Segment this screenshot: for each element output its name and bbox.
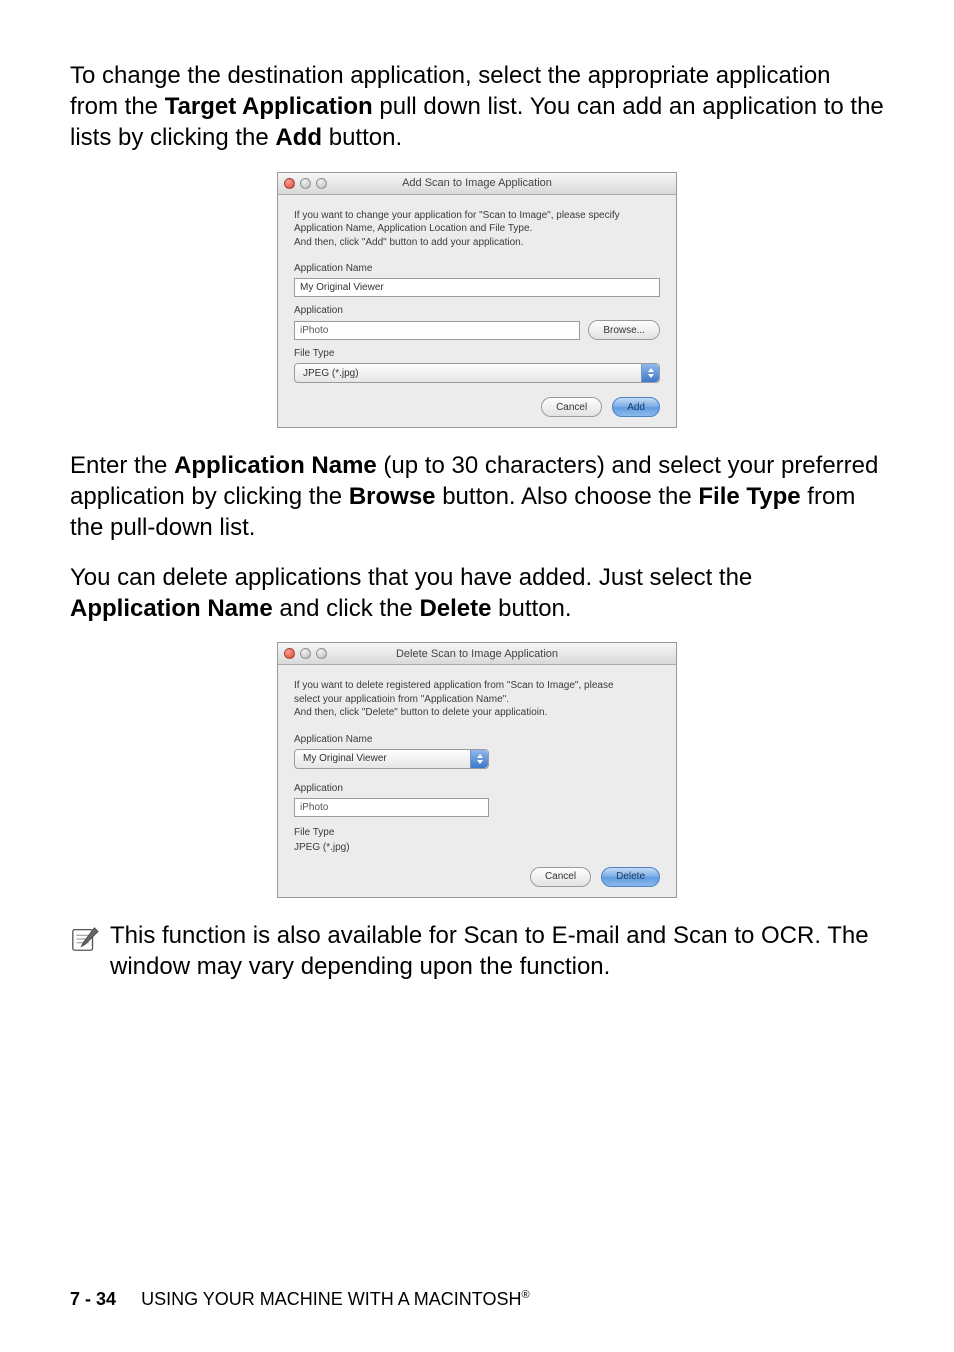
text: button. xyxy=(322,124,402,151)
button-row: Cancel Delete xyxy=(294,867,660,887)
label-application: Application xyxy=(294,783,660,794)
bold-application-name-2: Application Name xyxy=(70,595,273,622)
note-pencil-icon xyxy=(70,924,100,954)
paragraph-intro: To change the destination application, s… xyxy=(70,60,884,154)
application-name-value: My Original Viewer xyxy=(303,753,387,764)
titlebar: Add Scan to Image Application xyxy=(278,173,676,195)
application-name-input[interactable] xyxy=(294,278,660,297)
button-row: Cancel Add xyxy=(294,397,660,417)
label-application: Application xyxy=(294,305,660,316)
label-application-name: Application Name xyxy=(294,263,660,274)
file-type-value: JPEG (*.jpg) xyxy=(303,368,359,379)
note-text: This function is also available for Scan… xyxy=(110,920,884,982)
text: and click the xyxy=(273,595,420,622)
zoom-icon xyxy=(316,648,327,659)
browse-button[interactable]: Browse... xyxy=(588,320,660,340)
application-name-pulldown[interactable]: My Original Viewer xyxy=(294,749,489,769)
close-icon[interactable] xyxy=(284,648,295,659)
close-icon[interactable] xyxy=(284,178,295,189)
registered-mark: ® xyxy=(521,1289,529,1301)
dialog-delete-wrap: Delete Scan to Image Application If you … xyxy=(70,642,884,898)
dialog-add: Add Scan to Image Application If you wan… xyxy=(277,172,677,429)
titlebar: Delete Scan to Image Application xyxy=(278,643,676,665)
page-footer: 7 - 34 USING YOUR MACHINE WITH A MACINTO… xyxy=(70,1289,530,1310)
footer-spacer xyxy=(121,1289,136,1309)
minimize-icon xyxy=(300,648,311,659)
application-row: Browse... xyxy=(294,320,660,340)
instructions-text: If you want to change your application f… xyxy=(294,209,660,250)
dialog-body: If you want to delete registered applica… xyxy=(278,665,676,897)
chevron-updown-icon xyxy=(641,364,659,382)
text: You can delete applications that you hav… xyxy=(70,564,752,591)
delete-button[interactable]: Delete xyxy=(601,867,660,887)
bold-browse: Browse xyxy=(349,483,436,510)
page-number: 7 - 34 xyxy=(70,1289,116,1309)
bold-add: Add xyxy=(275,124,322,151)
paragraph-delete: You can delete applications that you hav… xyxy=(70,562,884,624)
file-type-pulldown[interactable]: JPEG (*.jpg) xyxy=(294,363,660,383)
text: button. Also choose the xyxy=(436,483,699,510)
minimize-icon xyxy=(300,178,311,189)
text: button. xyxy=(492,595,572,622)
label-file-type: File Type xyxy=(294,827,660,838)
bold-file-type: File Type xyxy=(698,483,800,510)
bold-delete: Delete xyxy=(419,595,491,622)
add-button[interactable]: Add xyxy=(612,397,660,417)
chevron-updown-icon xyxy=(470,750,488,768)
dialog-delete: Delete Scan to Image Application If you … xyxy=(277,642,677,898)
bold-target-application: Target Application xyxy=(165,93,373,120)
cancel-button[interactable]: Cancel xyxy=(541,397,602,417)
instructions-text: If you want to delete registered applica… xyxy=(294,679,660,720)
zoom-icon xyxy=(316,178,327,189)
label-file-type: File Type xyxy=(294,348,660,359)
footer-chapter: USING YOUR MACHINE WITH A MACINTOSH xyxy=(141,1289,521,1309)
text: Enter the xyxy=(70,452,174,479)
label-application-name: Application Name xyxy=(294,734,660,745)
dialog-body: If you want to change your application f… xyxy=(278,195,676,428)
dialog-title: Add Scan to Image Application xyxy=(278,177,676,189)
note-row: This function is also available for Scan… xyxy=(70,920,884,982)
application-display xyxy=(294,798,489,817)
bold-application-name: Application Name xyxy=(174,452,377,479)
application-display xyxy=(294,321,580,340)
dialog-add-wrap: Add Scan to Image Application If you wan… xyxy=(70,172,884,429)
cancel-button[interactable]: Cancel xyxy=(530,867,591,887)
file-type-static: JPEG (*.jpg) xyxy=(294,842,660,853)
dialog-title: Delete Scan to Image Application xyxy=(278,648,676,660)
paragraph-enter-name: Enter the Application Name (up to 30 cha… xyxy=(70,450,884,544)
